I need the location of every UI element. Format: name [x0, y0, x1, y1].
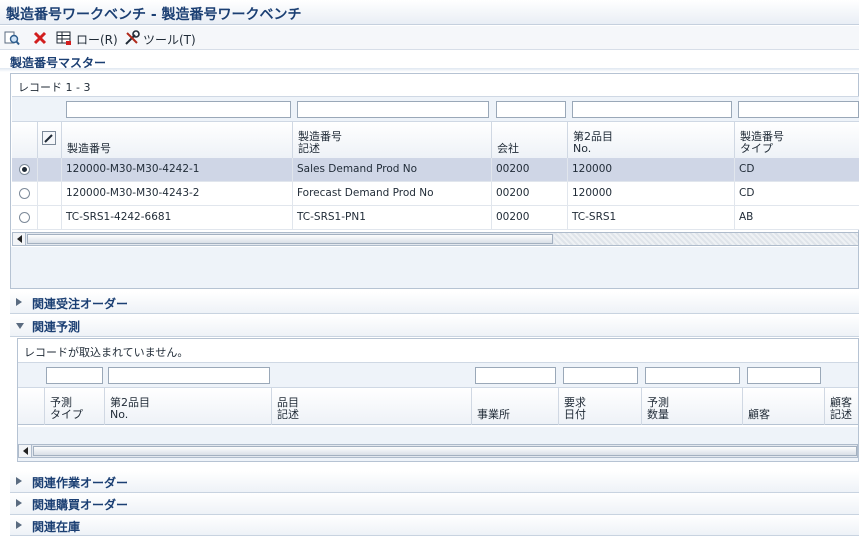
- table-row[interactable]: 120000-M30-M30-4242-1 Sales Demand Prod …: [12, 158, 859, 182]
- window-title: 製造番号ワークベンチ - 製造番号ワークベンチ: [6, 7, 302, 23]
- cell-company: 00200: [492, 182, 568, 205]
- expand-arrow-icon: [16, 499, 22, 507]
- cell-second-item: TC-SRS1: [568, 206, 735, 229]
- cell-description: TC-SRS1-PN1: [293, 206, 492, 229]
- grid-header-row: 予測 タイプ 第2品目 No. 品目 記述 事業所 要求 日付 予測 数量 顧客…: [18, 388, 858, 425]
- tools-menu-button[interactable]: ツール(T): [143, 31, 196, 48]
- group-related-inventory[interactable]: 関連在庫: [10, 515, 859, 536]
- cell-company: 00200: [492, 158, 568, 181]
- column-header-company[interactable]: 会社: [492, 122, 568, 159]
- query-by-example-row: [12, 96, 859, 122]
- filter-input-forecast-type[interactable]: [46, 367, 103, 384]
- scrollbar-track[interactable]: [554, 233, 858, 245]
- expand-arrow-icon: [16, 521, 22, 529]
- column-header-forecast-qty[interactable]: 予測 数量: [642, 388, 743, 425]
- query-by-example-row: [18, 362, 858, 388]
- row-select-radio[interactable]: [19, 188, 30, 199]
- close-icon[interactable]: [32, 30, 48, 46]
- table-row[interactable]: 120000-M30-M30-4243-2 Forecast Demand Pr…: [12, 182, 859, 206]
- filter-input-company[interactable]: [496, 101, 566, 118]
- edit-column-header[interactable]: [38, 122, 62, 159]
- filter-input-second-item[interactable]: [108, 367, 270, 384]
- find-icon[interactable]: [4, 30, 20, 46]
- cell-product-number: 120000-M30-M30-4243-2: [62, 182, 293, 205]
- group-related-work-orders[interactable]: 関連作業オーダー: [10, 471, 859, 493]
- forecast-horizontal-scrollbar[interactable]: [18, 444, 858, 458]
- column-header-item-description[interactable]: 品目 記述: [272, 388, 472, 425]
- title-bar: 製造番号ワークベンチ - 製造番号ワークベンチ: [0, 0, 859, 25]
- cell-company: 00200: [492, 206, 568, 229]
- row-grid-icon[interactable]: [56, 30, 72, 46]
- table-row[interactable]: TC-SRS1-4242-6681 TC-SRS1-PN1 00200 TC-S…: [12, 206, 859, 230]
- cell-description: Forecast Demand Prod No: [293, 182, 492, 205]
- scrollbar-thumb[interactable]: [27, 234, 553, 244]
- expand-arrow-icon: [16, 298, 22, 306]
- filter-input-request-date[interactable]: [563, 367, 638, 384]
- grid-empty-area: [11, 247, 858, 288]
- cell-second-item: 120000: [568, 158, 735, 181]
- filter-input-description[interactable]: [297, 101, 489, 118]
- no-records-message: レコードが取込まれていません。: [24, 346, 189, 359]
- cell-type: AB: [739, 211, 754, 223]
- scrollbar-thumb[interactable]: [33, 446, 857, 456]
- select-column-header: [18, 388, 45, 425]
- group-related-sales-orders[interactable]: 関連受注オーダー: [10, 292, 859, 314]
- scroll-left-arrow-icon[interactable]: [13, 233, 26, 245]
- column-header-forecast-type[interactable]: 予測 タイプ: [45, 388, 105, 425]
- master-grid: レコード 1 - 3 製造番号 製造番号 記述 会社 第2品目 No. 製造番号…: [10, 73, 859, 289]
- cell-product-number: 120000-M30-M30-4242-1: [62, 158, 293, 181]
- filter-input-business-unit[interactable]: [475, 367, 556, 384]
- row-select-radio[interactable]: [19, 164, 30, 175]
- section-divider: [0, 68, 859, 72]
- record-count: レコード 1 - 3: [18, 81, 91, 94]
- tools-icon[interactable]: [124, 30, 140, 46]
- forecast-grid: レコードが取込まれていません。 予測 タイプ 第2品目 No. 品目 記述 事業…: [17, 338, 859, 462]
- pencil-icon: [42, 131, 56, 148]
- filter-input-product-number[interactable]: [66, 101, 291, 118]
- master-horizontal-scrollbar[interactable]: [12, 232, 859, 246]
- grid-header-row: 製造番号 製造番号 記述 会社 第2品目 No. 製造番号 タイプ: [12, 122, 859, 159]
- cell-type: CD: [739, 187, 755, 199]
- column-header-type[interactable]: 製造番号 タイプ: [735, 122, 859, 159]
- scroll-left-arrow-icon[interactable]: [19, 445, 32, 457]
- column-header-request-date[interactable]: 要求 日付: [559, 388, 642, 425]
- column-header-product-number[interactable]: 製造番号: [62, 122, 293, 159]
- cell-product-number: TC-SRS1-4242-6681: [62, 206, 293, 229]
- expand-arrow-icon: [16, 477, 22, 485]
- column-header-customer-description[interactable]: 顧客 記述: [825, 388, 858, 425]
- column-header-business-unit[interactable]: 事業所: [472, 388, 559, 425]
- column-header-second-item[interactable]: 第2品目 No.: [568, 122, 735, 159]
- row-menu-button[interactable]: ロー(R): [76, 31, 118, 48]
- filter-input-customer[interactable]: [747, 367, 821, 384]
- filter-input-forecast-qty[interactable]: [645, 367, 740, 384]
- column-header-second-item[interactable]: 第2品目 No.: [105, 388, 272, 425]
- cell-second-item: 120000: [568, 182, 735, 205]
- collapse-arrow-icon: [16, 323, 24, 329]
- toolbar: ロー(R) ツール(T): [0, 26, 859, 50]
- filter-input-second-item[interactable]: [572, 101, 732, 118]
- column-header-customer[interactable]: 顧客: [743, 388, 825, 425]
- column-header-description[interactable]: 製造番号 記述: [293, 122, 492, 159]
- select-column-header: [12, 122, 38, 159]
- row-select-radio[interactable]: [19, 212, 30, 223]
- group-related-forecast[interactable]: 関連予測: [10, 315, 859, 337]
- filter-input-type[interactable]: [738, 101, 859, 118]
- cell-type: CD: [739, 163, 755, 175]
- cell-description: Sales Demand Prod No: [293, 158, 492, 181]
- group-related-purchase-orders[interactable]: 関連購買オーダー: [10, 493, 859, 515]
